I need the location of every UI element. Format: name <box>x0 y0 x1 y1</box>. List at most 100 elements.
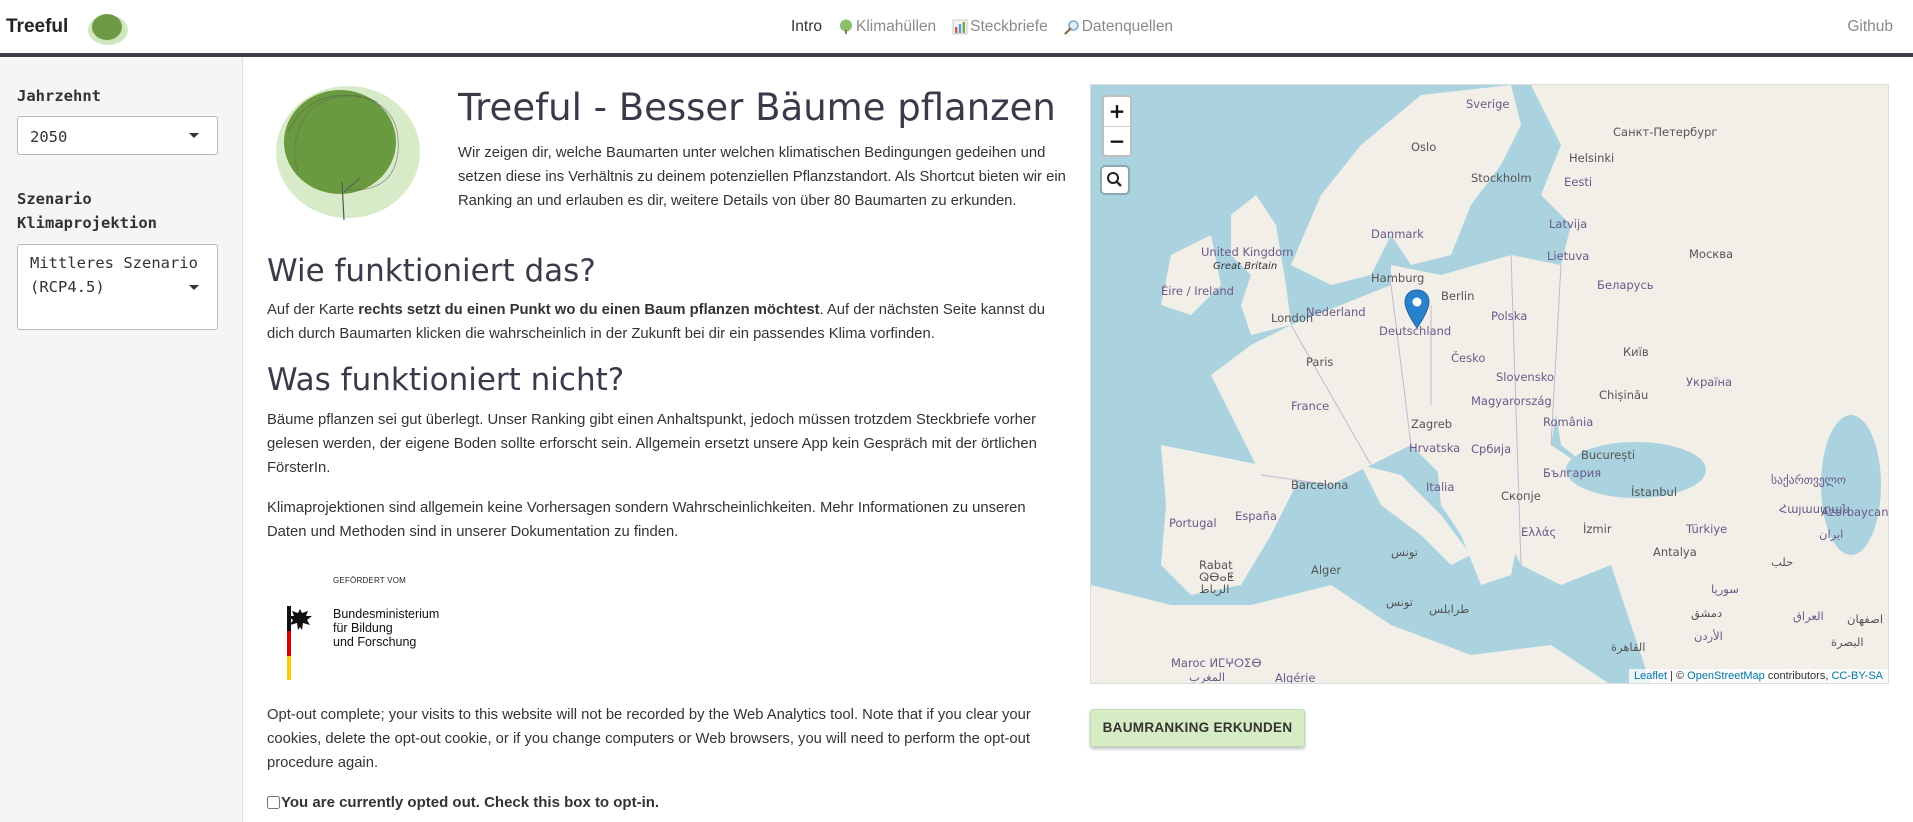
map-label: France <box>1291 399 1330 413</box>
optin-checkbox-row[interactable]: You are currently opted out. Check this … <box>267 794 659 811</box>
map-label: القاهرة <box>1611 640 1646 654</box>
map-label: البصرة <box>1831 635 1864 649</box>
map-label: Oslo <box>1411 140 1437 154</box>
intro-text: Wir zeigen dir, welche Baumarten unter w… <box>458 145 1066 209</box>
map-label: Sverige <box>1466 97 1510 111</box>
map-label: Hrvatska <box>1409 441 1461 455</box>
bmbf-funded-label: GEFÖRDERT VOM <box>333 576 406 585</box>
map-search-button[interactable] <box>1102 167 1128 193</box>
german-flag-icon <box>287 606 291 680</box>
map-label: حلب <box>1771 555 1794 569</box>
map-label: Slovensko <box>1496 370 1554 384</box>
scenario-label-line2: Klimaprojektion <box>17 214 157 232</box>
not-text: Bäume pflanzen sei gut überlegt. Unser R… <box>267 412 1037 476</box>
nav-item-datenquellen[interactable]: Datenquellen <box>1064 18 1173 36</box>
map-label: București <box>1581 448 1636 462</box>
map-label: Algérie <box>1275 671 1316 684</box>
map-label: Great Britain <box>1213 261 1278 272</box>
map-label: Azərbaycan <box>1821 505 1889 519</box>
explore-ranking-button[interactable]: BAUMRANKING ERKUNDEN <box>1090 709 1305 747</box>
map-label: Barcelona <box>1291 478 1349 492</box>
map-label: Україна <box>1686 375 1733 389</box>
map-marker-icon[interactable] <box>1404 289 1430 329</box>
zoom-out-button[interactable]: − <box>1104 126 1130 155</box>
map-label: Danmark <box>1371 227 1424 241</box>
leaflet-link[interactable]: Leaflet <box>1634 670 1667 682</box>
bmbf-logo: GEFÖRDERT VOM Bundesministerium für Bild… <box>285 574 445 682</box>
zoom-in-button[interactable]: + <box>1104 97 1130 126</box>
map-label: Alger <box>1311 563 1342 577</box>
main-nav: Intro Klimahüllen Steckbriefe Datenquell… <box>791 18 1189 36</box>
map-label: España <box>1235 509 1277 523</box>
map-label: ایران <box>1819 527 1844 541</box>
map-label: Chișinău <box>1599 388 1649 402</box>
scenario-select[interactable]: Mittleres Szenario (RCP4.5) <box>17 244 218 330</box>
search-icon <box>1107 172 1122 187</box>
tree-illustration <box>276 86 420 221</box>
map-label: İzmir <box>1583 522 1612 536</box>
nav-item-label: Datenquellen <box>1081 18 1174 35</box>
map-label: İstanbul <box>1631 485 1678 499</box>
bmbf-line3: und Forschung <box>333 635 417 649</box>
map-label: Česko <box>1451 351 1486 365</box>
optin-checkbox[interactable] <box>267 796 280 809</box>
map-label: المغرب <box>1189 670 1226 684</box>
nav-item-label: Steckbriefe <box>970 18 1048 35</box>
map-label: Eesti <box>1564 175 1593 189</box>
map-label: România <box>1543 415 1594 429</box>
map-label: Éire / Ireland <box>1161 284 1234 298</box>
scenario-label-line1: Szenario <box>17 190 92 208</box>
map-label: تونس <box>1391 545 1419 559</box>
map-label: Italia <box>1426 480 1455 494</box>
map-label: تونس <box>1386 595 1414 609</box>
map-label: Hamburg <box>1371 271 1425 285</box>
map-label: Berlin <box>1441 289 1475 303</box>
license-link[interactable]: CC-BY-SA <box>1831 670 1883 682</box>
map-label: Maroc ⵍⵎⵖⵔⵉⴱ <box>1171 656 1262 670</box>
brand-title[interactable]: Treeful <box>6 16 68 38</box>
map-label: الرباط <box>1199 582 1230 596</box>
map-label: Portugal <box>1169 516 1217 530</box>
github-link[interactable]: Github <box>1847 18 1893 36</box>
how-text-pre: Auf der Karte <box>267 302 359 318</box>
map-label: Србија <box>1471 442 1512 456</box>
map-label: Ελλάς <box>1521 525 1557 539</box>
map-label: Polska <box>1491 309 1528 323</box>
how-text-bold: rechts setzt du einen Punkt wo du einen … <box>358 302 820 318</box>
climate-text: Klimaprojektionen sind allgemein keine V… <box>267 500 1026 540</box>
optout-text: Opt-out complete; your visits to this we… <box>267 707 1031 771</box>
map-label: دمشق <box>1691 606 1723 620</box>
decade-select[interactable]: 2050 <box>17 116 218 155</box>
chevron-down-icon <box>189 285 199 290</box>
nav-item-steckbriefe[interactable]: Steckbriefe <box>952 18 1048 36</box>
zoom-control: + − <box>1102 95 1132 157</box>
osm-link[interactable]: OpenStreetMap <box>1687 670 1765 682</box>
map-label: Latvija <box>1549 217 1588 231</box>
map-label: اصفهان <box>1847 612 1884 626</box>
map-label: العراق <box>1793 609 1824 623</box>
map-label: Magyarország <box>1471 394 1552 408</box>
how-text: Auf der Karte rechts setzt du einen Punk… <box>267 298 1057 346</box>
decade-label: Jahrzehnt <box>17 87 101 105</box>
magnifier-icon <box>1064 20 1079 35</box>
map-label: Київ <box>1623 345 1649 359</box>
nav-item-intro[interactable]: Intro <box>791 18 822 36</box>
map-label: Nederland <box>1306 305 1366 319</box>
nav-item-klimahuellen[interactable]: Klimahüllen <box>838 18 936 36</box>
scenario-label: Szenario Klimaprojektion <box>17 187 157 235</box>
nav-item-label: Intro <box>791 18 823 35</box>
map-label: Zagreb <box>1411 417 1453 431</box>
map-label: Москва <box>1689 247 1734 261</box>
map[interactable]: + − Sverige Oslo Stockholm Helsinki Санк… <box>1090 84 1889 684</box>
decade-select-value: 2050 <box>30 128 68 146</box>
scenario-select-value-line2: (RCP4.5) <box>30 278 105 296</box>
sidebar: Jahrzehnt 2050 Szenario Klimaprojektion … <box>0 57 243 822</box>
attribution-contributors: contributors, <box>1764 670 1832 682</box>
optin-label: You are currently opted out. Check this … <box>281 794 660 811</box>
map-label: سوريا <box>1711 582 1739 596</box>
navbar: Treeful Intro Klimahüllen Steckbriefe Da… <box>0 0 1913 57</box>
bmbf-line1: Bundesministerium <box>333 607 440 621</box>
map-label: طرابلس <box>1429 602 1470 616</box>
map-label: Paris <box>1306 355 1334 369</box>
nav-item-label: Klimahüllen <box>856 18 937 35</box>
